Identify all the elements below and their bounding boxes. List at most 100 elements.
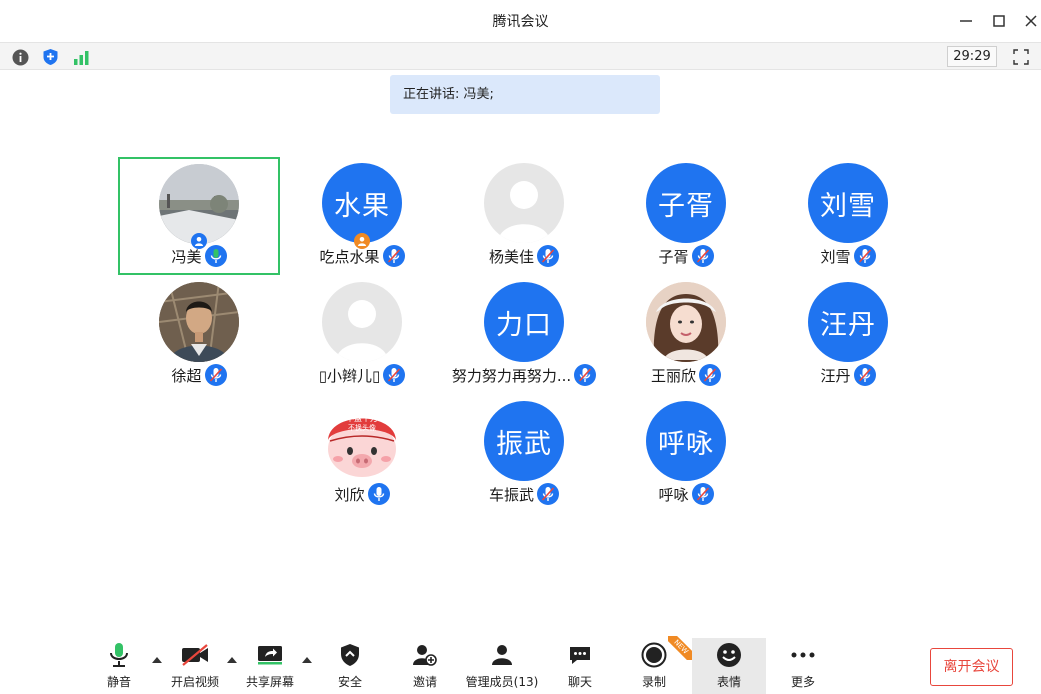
participant-name: 呼咏 — [658, 485, 689, 504]
security-shield-icon — [339, 638, 361, 672]
meeting-info-bar: 29:29 — [0, 42, 1041, 70]
manage-members-label: 管理成员(13) — [465, 675, 539, 689]
avatar-caption-2: 不换头像 — [348, 423, 376, 432]
mic-muted-icon — [691, 483, 714, 505]
participant-name: 杨美佳 — [488, 247, 534, 266]
mic-muted-icon — [699, 364, 721, 386]
chat-label: 聊天 — [567, 675, 592, 689]
more-dots-icon — [790, 638, 816, 672]
participant-avatar: 子胥 — [646, 163, 726, 243]
participant-name: 汪丹 — [820, 366, 851, 385]
chat-bubble-icon — [568, 638, 592, 672]
start-video-button[interactable]: 开启视频 — [166, 638, 224, 694]
participant-tile[interactable]: 刘雪 刘雪 — [767, 157, 929, 275]
participant-name: 王丽欣 — [650, 366, 696, 385]
participant-avatar: 汪丹 — [808, 282, 888, 362]
smiley-icon — [716, 638, 742, 672]
participant-avatar — [159, 282, 239, 362]
new-badge-text: NEW — [668, 636, 692, 660]
info-icon[interactable] — [9, 46, 31, 68]
share-screen-button[interactable]: 共享屏幕 — [241, 638, 299, 694]
avatar-caption-1: 不盘十万 — [346, 413, 378, 423]
participant-tile[interactable]: 水果 吃点水果 — [281, 157, 443, 275]
participant-avatar — [159, 164, 239, 244]
invite-button[interactable]: 邀请 — [402, 638, 448, 694]
participant-tile[interactable]: 力口 努力努力再努力... — [443, 276, 605, 394]
participant-tile[interactable]: 徐超 — [118, 276, 280, 394]
participant-tile[interactable]: 杨美佳 — [443, 157, 605, 275]
participant-tile[interactable]: 汪丹 汪丹 — [767, 276, 929, 394]
mute-label: 静音 — [106, 675, 131, 689]
participant-name: 徐超 — [171, 366, 202, 385]
mute-button[interactable]: 静音 — [96, 638, 142, 694]
participant-tile[interactable]: 子胥 子胥 — [605, 157, 767, 275]
manage-members-button[interactable]: 管理成员(13) — [465, 638, 539, 694]
record-label: 录制 — [641, 675, 666, 689]
members-icon — [490, 638, 514, 672]
participant-name: 子胥 — [658, 247, 689, 266]
new-badge: NEW — [668, 636, 692, 660]
participant-tile[interactable]: 王丽欣 — [605, 276, 767, 394]
default-avatar-icon — [484, 163, 564, 243]
participant-name: 车振武 — [488, 485, 534, 504]
participant-avatar: 水果 — [322, 163, 402, 243]
mic-muted-icon — [204, 364, 227, 386]
pig-avatar-icon: 不盘十万 不换头像 — [322, 401, 402, 481]
participant-name: ▯小辫儿▯ — [318, 366, 381, 385]
mic-muted-icon — [853, 245, 876, 267]
participant-avatar: 力口 — [484, 282, 564, 362]
participant-name: 努力努力再努力... — [451, 366, 572, 385]
more-label: 更多 — [790, 675, 815, 689]
mic-muted-icon — [537, 245, 559, 267]
maximize-icon[interactable] — [986, 8, 1012, 34]
fullscreen-icon[interactable] — [1010, 46, 1032, 68]
security-label: 安全 — [337, 675, 362, 689]
mic-muted-icon — [537, 483, 559, 505]
emoji-label: 表情 — [716, 675, 741, 689]
share-screen-icon — [256, 638, 284, 672]
mute-options-caret-icon[interactable] — [152, 655, 162, 663]
record-icon — [641, 638, 667, 672]
participant-tile[interactable]: 呼咏 呼咏 — [605, 395, 767, 513]
more-button[interactable]: 更多 — [780, 638, 826, 694]
mic-active-icon — [204, 245, 227, 267]
mic-muted-icon — [382, 245, 405, 267]
video-options-caret-icon[interactable] — [227, 655, 237, 663]
participant-tile[interactable]: 振武 车振武 — [443, 395, 605, 513]
mic-muted-icon — [574, 364, 597, 386]
shield-icon[interactable] — [39, 46, 61, 68]
participant-avatar: 刘雪 — [808, 163, 888, 243]
speaking-indicator: 正在讲话: 冯美; — [390, 75, 660, 114]
start-video-label: 开启视频 — [170, 675, 219, 689]
speaking-label: 正在讲话: — [403, 87, 460, 102]
chat-button[interactable]: 聊天 — [557, 638, 603, 694]
share-screen-label: 共享屏幕 — [245, 675, 294, 689]
minimize-icon[interactable] — [953, 8, 979, 34]
camera-off-icon — [180, 638, 210, 672]
participant-tile[interactable]: 冯美 — [118, 157, 280, 275]
mic-unmuted-icon — [367, 483, 390, 505]
participant-name: 吃点水果 — [319, 247, 380, 266]
participant-name: 冯美 — [171, 247, 202, 266]
participant-avatar: 呼咏 — [646, 401, 726, 481]
microphone-icon — [108, 638, 130, 672]
security-button[interactable]: 安全 — [326, 638, 374, 694]
mic-muted-icon — [383, 364, 406, 386]
default-avatar-icon — [322, 282, 402, 362]
speaking-name: 冯美; — [463, 87, 494, 102]
participant-tile[interactable]: ▯小辫儿▯ — [281, 276, 443, 394]
mic-muted-icon — [853, 364, 876, 386]
participant-tile[interactable]: 不盘十万 不换头像 刘欣 — [281, 395, 443, 513]
signal-icon[interactable] — [70, 46, 92, 68]
meeting-window: 腾讯会议 29:29 正在讲话: 冯美; 冯美 水果 吃点水果 杨美佳 子胥 子… — [0, 0, 1041, 694]
meeting-timer: 29:29 — [947, 46, 997, 67]
participant-name: 刘雪 — [820, 247, 851, 266]
leave-meeting-button[interactable]: 离开会议 — [930, 648, 1013, 686]
emoji-button[interactable]: 表情 — [692, 638, 766, 694]
close-icon[interactable] — [1018, 8, 1041, 34]
participant-name: 刘欣 — [334, 485, 365, 504]
share-options-caret-icon[interactable] — [302, 655, 312, 663]
mic-muted-icon — [691, 245, 714, 267]
invite-label: 邀请 — [412, 675, 437, 689]
bottom-toolbar: 静音 开启视频 共享屏幕 安全 邀请 管理成员(13) 聊天 录制 NEW 表情… — [0, 636, 1041, 694]
